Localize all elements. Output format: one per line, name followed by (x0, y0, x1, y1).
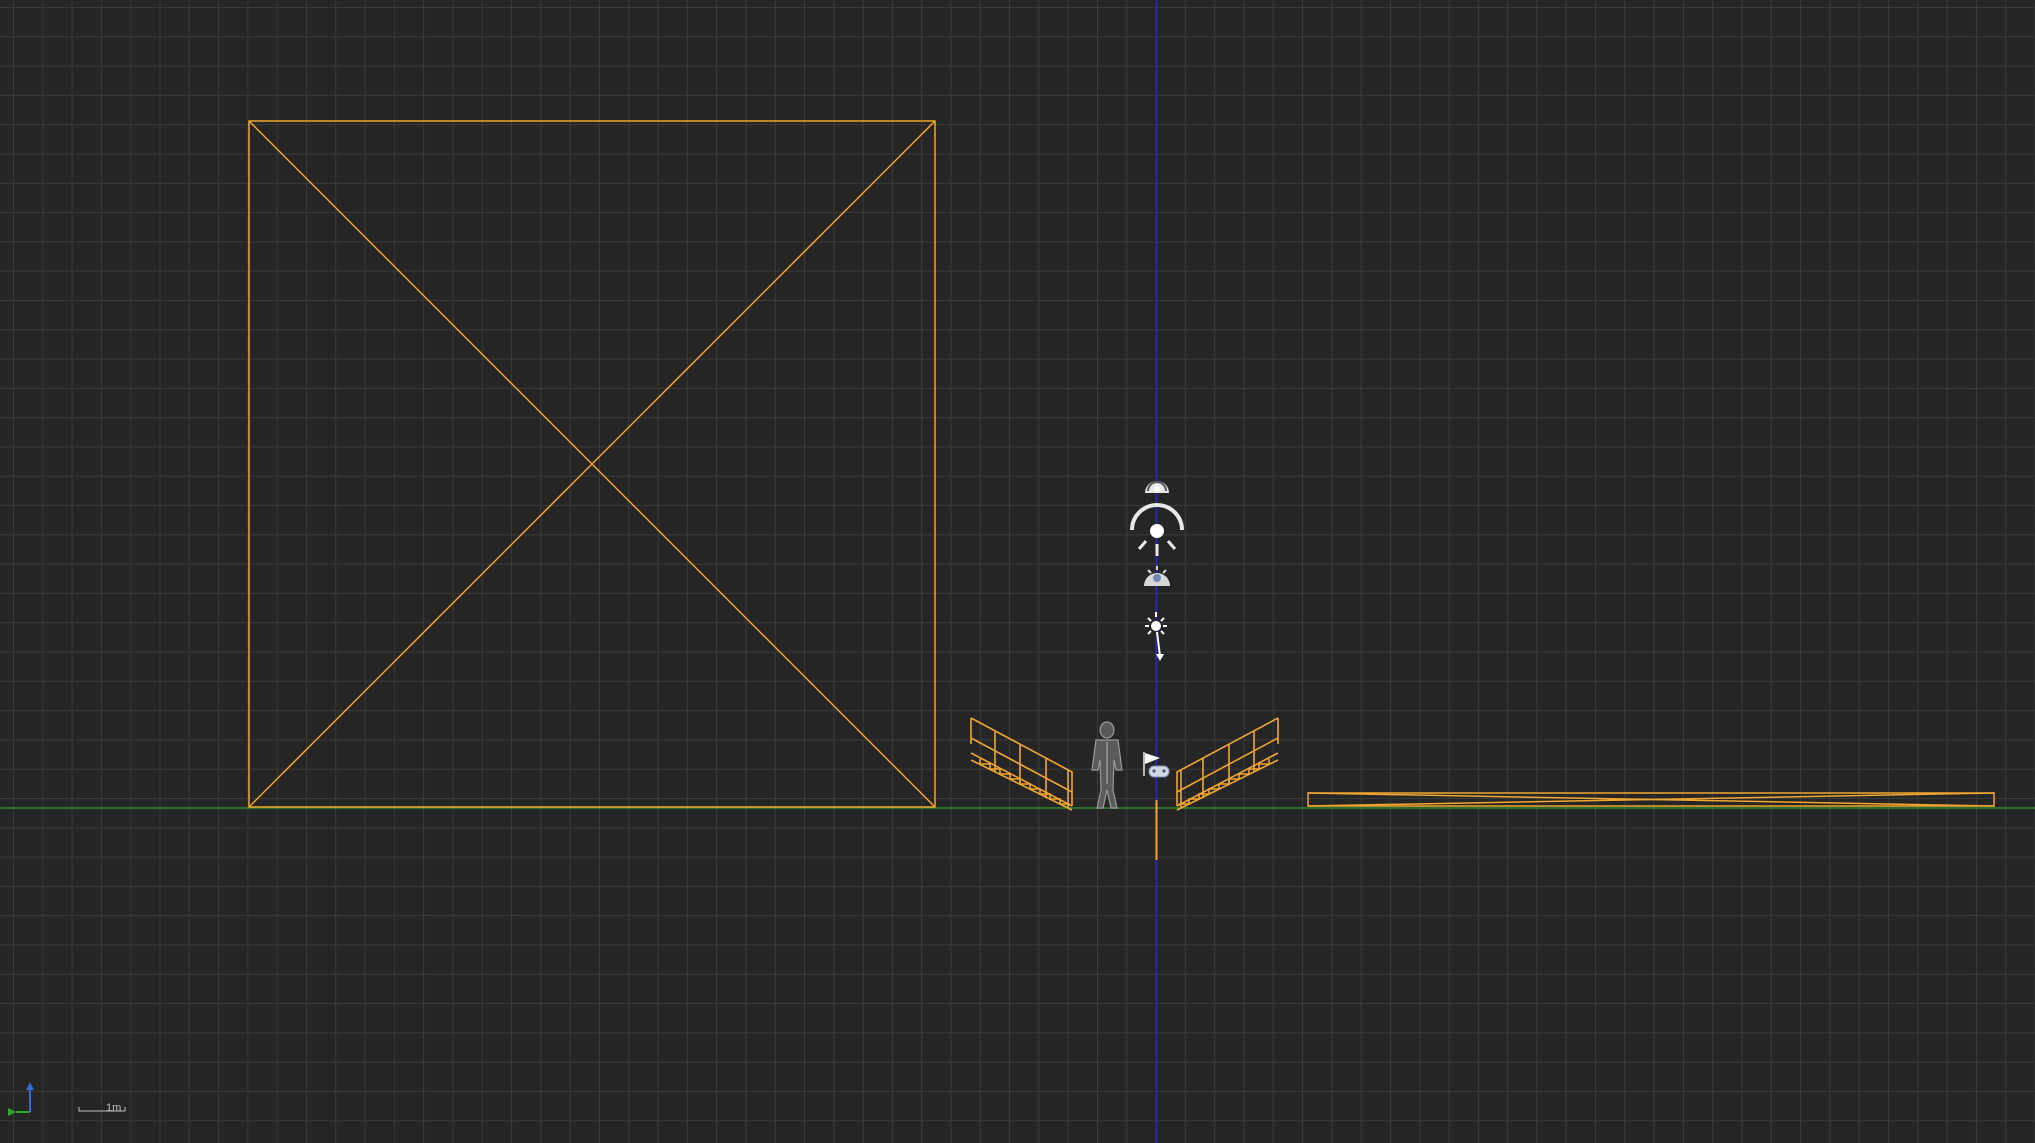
scale-label: 1m (106, 1102, 121, 1114)
character-mannequin[interactable] (1091, 721, 1123, 809)
box-brush[interactable] (248, 120, 936, 808)
scale-indicator: 1m (78, 1102, 126, 1114)
floor-plane[interactable] (1307, 792, 1995, 807)
sky-atmosphere-icon[interactable] (1145, 481, 1169, 493)
scene-canvas[interactable]: 1m (0, 0, 2035, 1143)
right-stair-railing[interactable] (1176, 717, 1279, 811)
skylight-icon[interactable] (1144, 566, 1170, 586)
left-stair-railing[interactable] (970, 717, 1073, 811)
axis-gizmo (8, 1082, 34, 1116)
editor-viewport[interactable]: 1m (0, 0, 2035, 1143)
